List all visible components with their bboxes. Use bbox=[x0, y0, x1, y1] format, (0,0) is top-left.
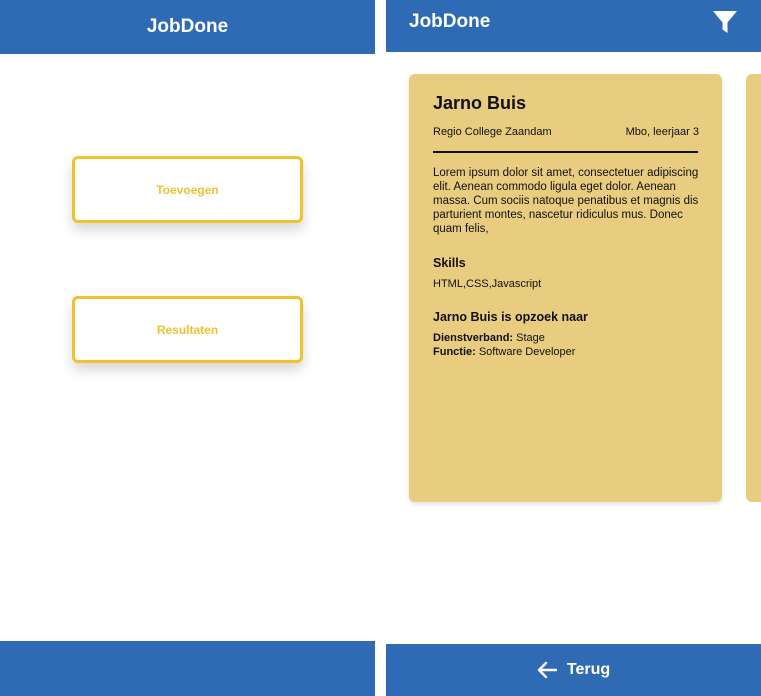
employment-label: Dienstverband: bbox=[433, 332, 514, 344]
arrow-left-icon bbox=[537, 661, 557, 679]
profile-card[interactable]: Jarno Buis Regio College Zaandam Mbo, le… bbox=[409, 74, 722, 502]
add-button[interactable]: Toevoegen bbox=[72, 156, 303, 223]
results-button[interactable]: Resultaten bbox=[72, 296, 303, 363]
skills-heading: Skills bbox=[433, 256, 466, 270]
profile-level: Mbo, leerjaar 3 bbox=[625, 126, 699, 138]
skills-list: HTML,CSS,Javascript bbox=[433, 278, 542, 290]
back-button[interactable]: Terug bbox=[386, 644, 761, 696]
card-divider bbox=[433, 151, 698, 153]
next-profile-card[interactable] bbox=[746, 74, 761, 502]
header: JobDone bbox=[0, 0, 375, 54]
app-title: JobDone bbox=[146, 16, 229, 37]
results-screen: JobDone Jarno Buis Regio College Zaandam… bbox=[386, 0, 761, 696]
profile-name: Jarno Buis bbox=[433, 93, 527, 113]
footer-bar bbox=[0, 641, 375, 696]
header: JobDone bbox=[386, 0, 761, 52]
add-button-label: Toevoegen bbox=[156, 182, 219, 197]
employment-detail: Dienstverband: Stage bbox=[433, 332, 545, 344]
home-screen: JobDone Toevoegen Resultaten bbox=[0, 0, 375, 696]
profile-description: Lorem ipsum dolor sit amet, consectetuer… bbox=[433, 167, 699, 235]
function-value: Software Developer bbox=[478, 346, 576, 358]
function-label: Functie: bbox=[433, 346, 476, 358]
filter-icon[interactable] bbox=[712, 9, 738, 35]
profile-school: Regio College Zaandam bbox=[433, 126, 552, 138]
employment-value: Stage bbox=[516, 332, 545, 344]
seeking-heading: Jarno Buis is opzoek naar bbox=[433, 310, 588, 324]
results-button-label: Resultaten bbox=[156, 322, 219, 337]
function-detail: Functie: Software Developer bbox=[433, 346, 575, 358]
app-title: JobDone bbox=[409, 11, 491, 32]
back-label: Terug bbox=[566, 661, 611, 678]
